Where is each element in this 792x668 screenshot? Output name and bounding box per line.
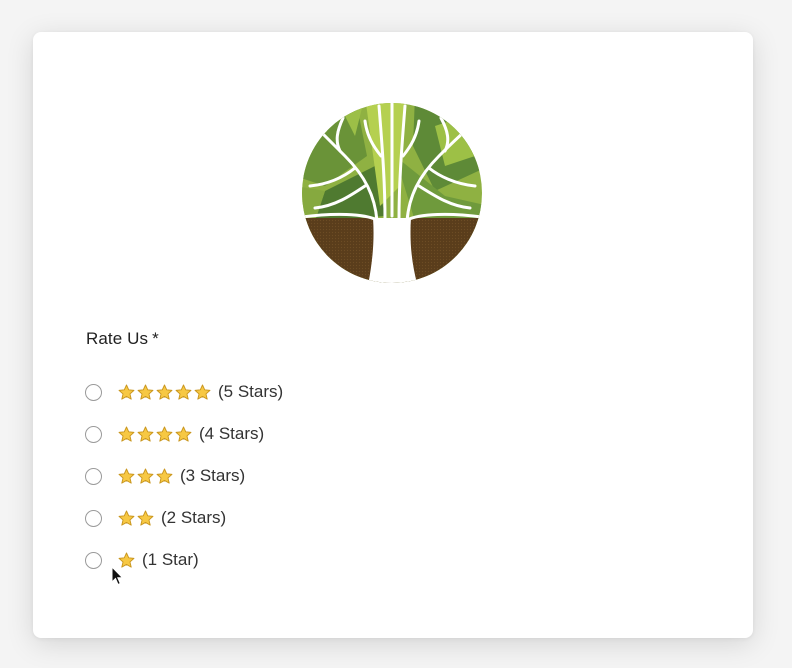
star-icon	[156, 384, 173, 400]
question-text: Rate Us	[86, 329, 149, 348]
radio-button[interactable]	[85, 425, 102, 443]
star-icon	[118, 384, 135, 400]
star-rating-icons	[117, 383, 212, 402]
star-rating-icons	[117, 467, 174, 486]
radio-button[interactable]	[85, 551, 102, 569]
star-icon	[137, 384, 154, 400]
star-rating-icons	[117, 509, 155, 528]
star-icon	[137, 510, 154, 526]
rating-option[interactable]: (4 Stars)	[85, 413, 283, 455]
rating-option-label: (1 Star)	[142, 550, 199, 569]
star-icon	[137, 426, 154, 442]
star-icon	[118, 510, 135, 526]
rating-form-card: Rate Us * (5 Stars) (4 Stars) (3 Stars) (2 S…	[33, 32, 753, 638]
star-icon	[156, 468, 173, 484]
star-icon	[175, 384, 192, 400]
star-icon	[194, 384, 211, 400]
star-rating-icons	[117, 425, 193, 444]
radio-button[interactable]	[85, 509, 102, 527]
radio-button[interactable]	[85, 383, 102, 401]
rating-option-label: (4 Stars)	[199, 424, 265, 443]
tree-logo-icon	[295, 96, 489, 290]
star-icon	[118, 468, 135, 484]
star-icon	[156, 426, 173, 442]
star-icon	[175, 426, 192, 442]
question-label: Rate Us *	[86, 329, 159, 349]
star-icon	[118, 426, 135, 442]
required-marker: *	[152, 329, 159, 348]
star-icon	[137, 468, 154, 484]
rating-option-label: (2 Stars)	[161, 508, 227, 527]
radio-button[interactable]	[85, 467, 102, 485]
mouse-cursor-icon	[111, 565, 125, 586]
rating-option[interactable]: (5 Stars)	[85, 371, 283, 413]
rating-option-label: (5 Stars)	[218, 382, 284, 401]
rating-option[interactable]: (2 Stars)	[85, 497, 283, 539]
rating-option-label: (3 Stars)	[180, 466, 246, 485]
rating-option[interactable]: (3 Stars)	[85, 455, 283, 497]
rating-options: (5 Stars) (4 Stars) (3 Stars) (2 Stars) (1 S…	[85, 371, 283, 581]
